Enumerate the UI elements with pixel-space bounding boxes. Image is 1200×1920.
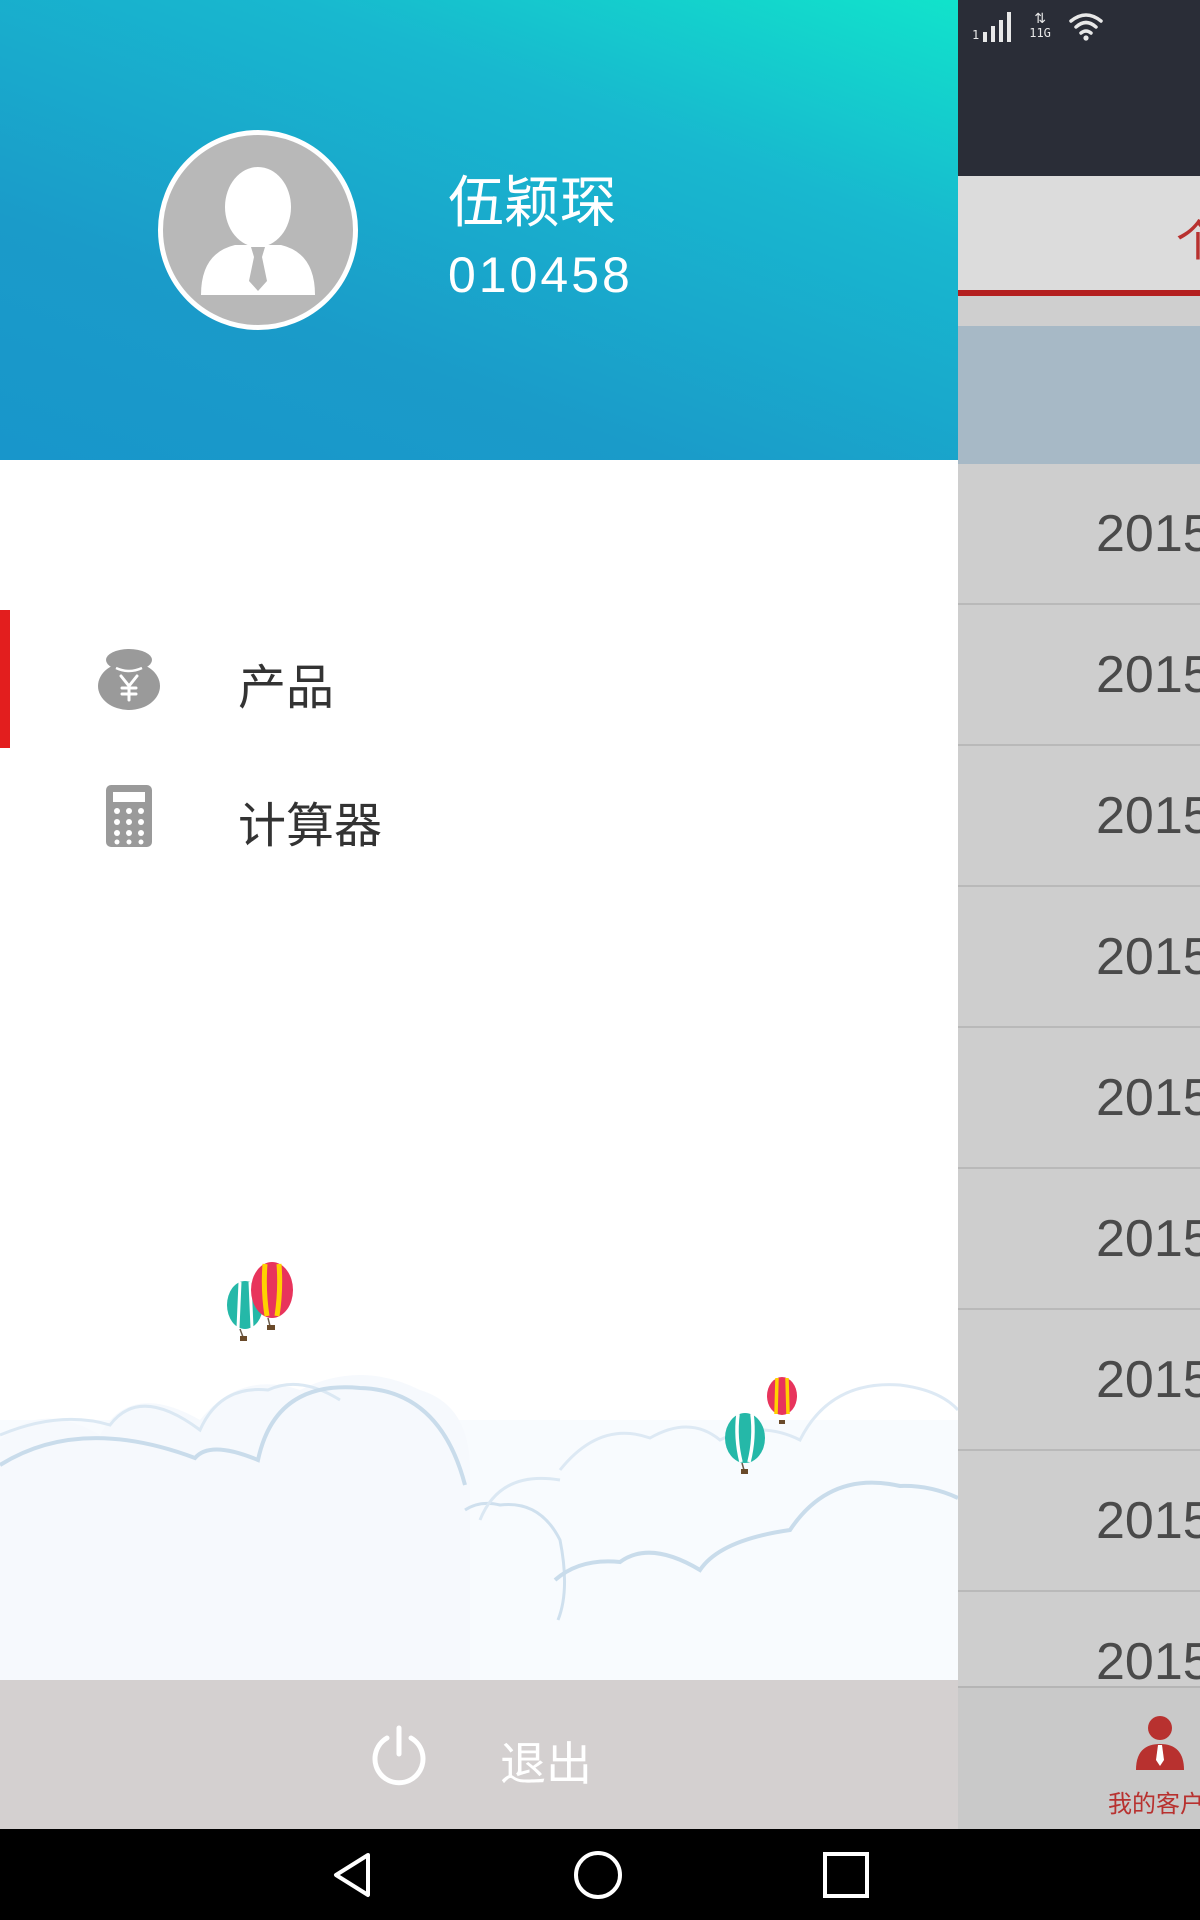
menu-item-calculator[interactable]: 计算器 xyxy=(0,748,958,886)
logout-label: 退出 xyxy=(500,1737,592,1791)
user-name: 伍颖琛 xyxy=(448,171,616,236)
drawer-header: 伍颖琛 010458 xyxy=(0,0,958,460)
power-icon xyxy=(372,1725,426,1786)
home-icon[interactable] xyxy=(572,1849,624,1901)
user-id: 010458 xyxy=(448,247,633,303)
balloon-icon xyxy=(767,1377,797,1424)
avatar[interactable] xyxy=(158,130,358,330)
navigation-drawer: 伍颖琛 010458 产品 计算器 退出 xyxy=(0,0,958,1829)
recents-icon[interactable] xyxy=(820,1849,872,1901)
my-customers-icon xyxy=(1136,1716,1184,1770)
logout-button[interactable]: 退出 xyxy=(0,1680,958,1829)
background-tab-label: 个 xyxy=(1176,216,1200,267)
money-bag-icon xyxy=(98,649,160,710)
menu-item-label: 计算器 xyxy=(238,798,383,854)
active-indicator xyxy=(0,610,10,748)
menu-item-label: 产品 xyxy=(238,660,335,716)
person-avatar-icon xyxy=(201,167,315,295)
back-icon[interactable] xyxy=(326,1849,378,1901)
calculator-icon xyxy=(106,785,152,847)
network-icon: ⇅ 11G xyxy=(1029,11,1051,40)
my-customers-label: 我的客户 xyxy=(1108,1790,1200,1818)
system-navigation-bar xyxy=(0,1829,1200,1920)
clouds-balloons-illustration xyxy=(0,1262,958,1680)
wifi-icon xyxy=(1069,13,1103,41)
menu-item-products[interactable]: 产品 xyxy=(0,610,958,748)
signal-icon: 1 xyxy=(972,10,1012,42)
